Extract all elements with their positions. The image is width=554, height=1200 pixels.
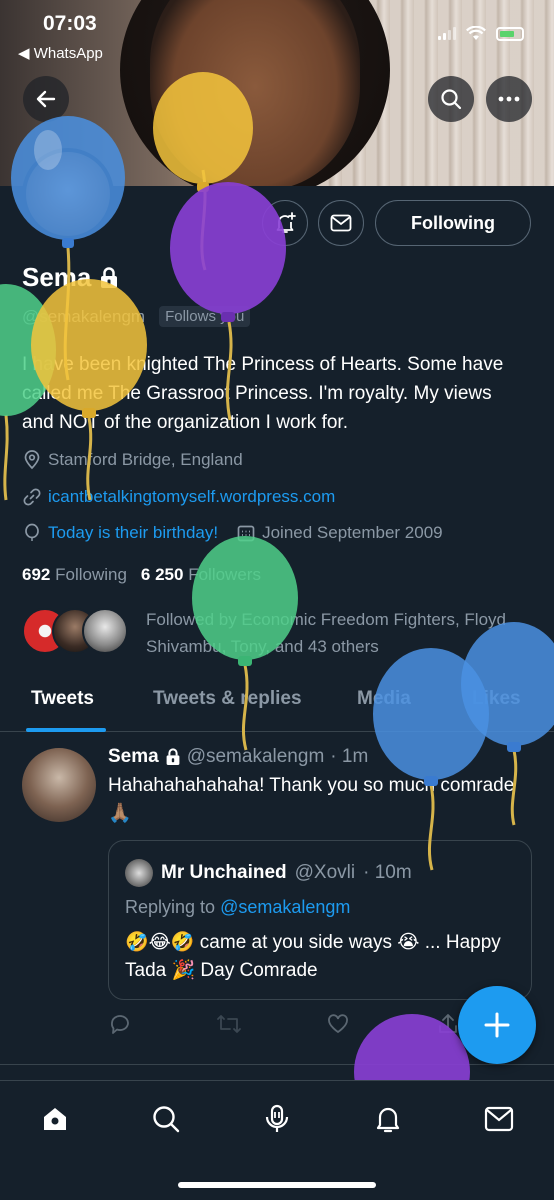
cellular-signal-icon [438, 27, 456, 40]
followers-count-link[interactable]: 6 250 Followers [141, 565, 261, 585]
profile-name-text: Sema [22, 262, 92, 292]
nav-search[interactable] [148, 1101, 184, 1137]
quote-replying-to: Replying to @semakalengm [125, 897, 350, 918]
nav-messages[interactable] [481, 1101, 517, 1137]
more-icon [498, 96, 520, 102]
active-tab-indicator [26, 728, 106, 732]
home-icon [44, 1108, 66, 1130]
heart-icon [328, 1014, 348, 1034]
back-to-app-link[interactable]: ◀ WhatsApp [18, 44, 103, 62]
share-icon [439, 1014, 457, 1033]
profile-website-link[interactable]: icantbetalkingtomyself.wordpress.com [48, 487, 335, 507]
followed-by-row[interactable]: Followed by Economic Freedom Fighters, F… [22, 606, 536, 660]
quote-text: 🤣😂🤣 came at you side ways 😭 ... Happy Ta… [125, 932, 501, 981]
back-arrow-icon [36, 90, 56, 108]
quote-header: Mr Unchained @Xovli · 10m [125, 859, 412, 887]
spaces-mic-icon [265, 1104, 289, 1132]
quoted-tweet[interactable]: Mr Unchained @Xovli · 10m Replying to @s… [108, 840, 532, 1000]
reply-button[interactable] [108, 1012, 132, 1041]
profile-handle: @semakalengm [22, 306, 146, 326]
balloon-icon [25, 523, 39, 541]
followed-by-text: Followed by Economic Freedom Fighters, F… [146, 610, 506, 656]
followed-by-avatars [22, 606, 132, 656]
quote-author-avatar [125, 859, 153, 887]
message-button[interactable] [318, 200, 364, 246]
birthday-text: Today is their birthday! [48, 523, 219, 542]
profile-tabs: Tweets Tweets & replies Media Likes [0, 676, 554, 732]
mail-icon [484, 1106, 514, 1132]
followers-label: Followers [188, 565, 261, 584]
status-icons [438, 26, 524, 41]
tab-tweets[interactable]: Tweets [31, 688, 94, 710]
plus-icon [484, 1012, 510, 1038]
follower-avatar [82, 608, 128, 654]
tweet-author-name[interactable]: Sema [108, 746, 159, 768]
tweet-author-handle: @semakalengm [186, 746, 325, 767]
share-button[interactable] [436, 1012, 460, 1041]
tab-likes[interactable]: Likes [472, 688, 521, 710]
handle-row: @semakalengm Follows you [22, 306, 251, 327]
tab-tweets-replies[interactable]: Tweets & replies [153, 688, 302, 710]
following-label: Following [55, 565, 127, 584]
followers-count: 6 250 [140, 565, 184, 584]
tweet-time: · 1m [330, 746, 369, 767]
wifi-icon [466, 26, 486, 40]
profile-bio: I have been knighted The Princess of Hea… [22, 354, 504, 433]
search-button[interactable] [428, 76, 474, 122]
tweet-text: Hahahahahahaha! Thank you so much comrad… [108, 775, 515, 824]
birthday-joined-row: Today is their birthday! Joined Septembe… [22, 523, 443, 543]
profile-name: Sema [22, 262, 119, 293]
following-count: 692 [22, 565, 51, 584]
bell-plus-icon [276, 212, 296, 233]
tweet-author-avatar[interactable] [22, 748, 96, 822]
profile-location: Stamford Bridge, England [48, 450, 243, 469]
replying-to-handle[interactable]: @semakalengm [220, 897, 350, 917]
nav-spaces[interactable] [259, 1101, 295, 1137]
banner-face [150, 0, 360, 186]
location-row: Stamford Bridge, England [22, 450, 243, 470]
location-pin-icon [24, 450, 40, 470]
bell-icon [376, 1107, 400, 1133]
retweet-icon [217, 1015, 241, 1033]
website-row: icantbetalkingtomyself.wordpress.com [22, 487, 335, 507]
following-button[interactable]: Following [375, 200, 531, 246]
calendar-icon [237, 525, 255, 542]
tab-media[interactable]: Media [357, 688, 411, 710]
compose-tweet-button[interactable] [458, 986, 536, 1064]
follows-you-badge: Follows you [159, 306, 251, 327]
profile-avatar[interactable] [22, 148, 114, 240]
battery-icon [496, 26, 524, 41]
home-indicator[interactable] [178, 1182, 376, 1188]
status-time: 07:03 [43, 12, 97, 35]
follow-counts: 692 Following 6 250 Followers [22, 565, 261, 585]
nav-home[interactable] [37, 1101, 73, 1137]
tweet-header: Sema @semakalengm · 1m [108, 746, 368, 768]
lock-icon [101, 266, 118, 288]
quote-author-handle: @Xovli [294, 862, 356, 883]
more-button[interactable] [486, 76, 532, 122]
replying-to-label: Replying to [125, 897, 216, 917]
like-button[interactable] [326, 1012, 350, 1041]
lock-icon [166, 748, 180, 765]
link-icon [23, 488, 41, 506]
notifications-button[interactable] [262, 200, 308, 246]
joined-date: Joined September 2009 [262, 523, 443, 542]
quote-time: · 10m [363, 862, 412, 883]
retweet-button[interactable] [216, 1012, 242, 1041]
search-icon [153, 1106, 180, 1133]
tweet-divider [0, 1064, 554, 1065]
back-button[interactable] [23, 76, 69, 122]
following-count-link[interactable]: 692 Following [22, 565, 127, 585]
reply-icon [111, 1015, 129, 1034]
quote-author-name: Mr Unchained [161, 862, 287, 883]
nav-notifications[interactable] [370, 1101, 406, 1137]
search-icon [441, 89, 462, 110]
mail-icon [330, 214, 352, 232]
